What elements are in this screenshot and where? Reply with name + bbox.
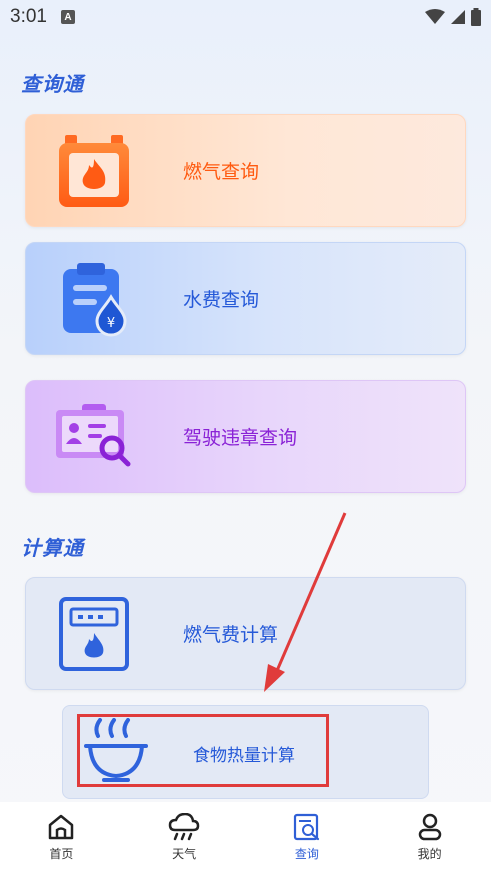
home-icon: [49, 814, 74, 839]
tab-label: 天气: [172, 846, 197, 861]
gas-meter-icon: [54, 594, 134, 674]
weather-icon: [168, 812, 200, 840]
wifi-icon: [425, 9, 445, 24]
driving-violation-card[interactable]: 驾驶违章查询: [25, 380, 466, 493]
tab-home[interactable]: 首页: [0, 813, 122, 862]
gas-query-label: 燃气查询: [183, 161, 260, 183]
water-query-card[interactable]: ¥ 水费查询: [25, 242, 466, 355]
tab-label: 查询: [294, 846, 319, 861]
currency-symbol: ¥: [107, 316, 115, 331]
gas-fee-calc-card[interactable]: 燃气费计算: [25, 577, 466, 690]
water-bill-icon: ¥: [54, 259, 134, 339]
tab-profile[interactable]: 我的: [369, 813, 491, 862]
battery-icon: [471, 8, 481, 26]
status-bar: 3:01 A: [0, 0, 491, 34]
notification-icon: A: [60, 10, 75, 24]
section-title-query: 查询通: [21, 72, 84, 96]
water-query-label: 水费查询: [183, 289, 260, 311]
bottom-tab-bar: 首页 天气 查询 我的: [0, 802, 491, 872]
section-title-calc: 计算通: [21, 536, 84, 560]
tab-weather[interactable]: 天气: [123, 812, 245, 862]
gas-query-card[interactable]: 燃气查询: [25, 114, 466, 227]
status-time: 3:01: [10, 6, 47, 27]
driving-violation-label: 驾驶违章查询: [183, 427, 298, 449]
query-icon: [293, 813, 319, 840]
license-search-icon: [54, 397, 134, 477]
tab-label: 我的: [417, 846, 442, 861]
gas-fee-calc-label: 燃气费计算: [183, 624, 279, 646]
gas-flame-icon: [54, 131, 134, 211]
profile-icon: [418, 813, 441, 840]
tab-label: 首页: [49, 846, 74, 861]
signal-icon: [451, 10, 465, 24]
annotation-highlight-box: [77, 714, 329, 787]
tab-query[interactable]: 查询: [246, 813, 368, 862]
